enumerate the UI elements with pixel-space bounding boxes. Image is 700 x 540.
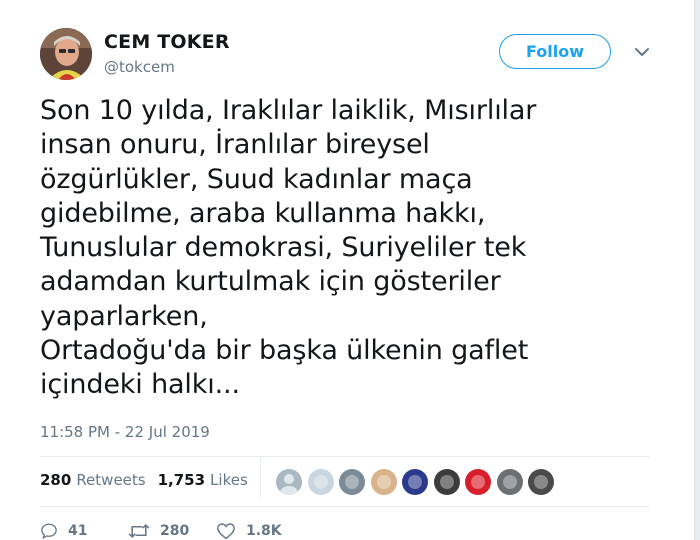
author-avatar[interactable] bbox=[40, 28, 92, 80]
likes-count: 1,753 bbox=[157, 471, 206, 489]
likes-stat[interactable]: 1,753 Likes bbox=[158, 471, 248, 489]
like-count: 1.8K bbox=[246, 523, 282, 539]
like-button[interactable]: 1.8K bbox=[216, 522, 282, 540]
author-name-block[interactable]: CEM TOKER @tokcem bbox=[104, 30, 230, 78]
reply-button[interactable]: 41 bbox=[40, 522, 128, 540]
liker-avatar-6[interactable] bbox=[432, 468, 461, 496]
liker-avatar-default[interactable] bbox=[275, 468, 303, 496]
divider bbox=[40, 506, 650, 507]
liker-avatars bbox=[275, 468, 559, 496]
liker-avatar-3[interactable] bbox=[338, 468, 366, 496]
retweet-icon bbox=[128, 523, 150, 539]
tweet-stats: 280 Retweets 1,753 Likes bbox=[40, 468, 260, 492]
follow-button[interactable]: Follow bbox=[499, 34, 611, 69]
retweets-count: 280 bbox=[40, 471, 72, 489]
reply-icon bbox=[41, 523, 57, 540]
retweets-stat[interactable]: 280 Retweets bbox=[40, 471, 146, 489]
liker-avatar-4[interactable] bbox=[369, 468, 398, 496]
divider bbox=[40, 456, 650, 457]
scrollbar[interactable] bbox=[694, 0, 700, 540]
likes-label: Likes bbox=[210, 471, 248, 489]
author-display-name[interactable]: CEM TOKER bbox=[104, 30, 230, 54]
heart-icon bbox=[217, 523, 235, 540]
retweet-count: 280 bbox=[160, 523, 190, 539]
author-photo bbox=[40, 28, 92, 80]
tweet-page: CEM TOKER @tokcem Follow Son 10 yılda, I… bbox=[0, 0, 700, 540]
liker-avatar-8[interactable] bbox=[495, 468, 524, 496]
liker-avatar-7[interactable] bbox=[464, 468, 492, 496]
reply-count: 41 bbox=[68, 523, 88, 539]
retweet-button[interactable]: 280 bbox=[128, 522, 216, 540]
stats-separator bbox=[260, 458, 261, 498]
tweet-header: CEM TOKER @tokcem Follow bbox=[40, 28, 660, 84]
tweet-actions: 41 280 1.8K bbox=[40, 520, 282, 540]
chevron-down-icon[interactable] bbox=[632, 42, 652, 62]
liker-avatar-2[interactable] bbox=[306, 468, 335, 496]
tweet-text: Son 10 yılda, Iraklılar laiklik, Mısırlı… bbox=[40, 95, 537, 401]
tweet-timestamp[interactable]: 11:58 PM - 22 Jul 2019 bbox=[40, 421, 210, 443]
liker-avatar-9[interactable] bbox=[527, 468, 555, 496]
retweets-label: Retweets bbox=[76, 471, 146, 489]
liker-avatar-5[interactable] bbox=[401, 468, 429, 496]
author-handle[interactable]: @tokcem bbox=[104, 56, 230, 78]
